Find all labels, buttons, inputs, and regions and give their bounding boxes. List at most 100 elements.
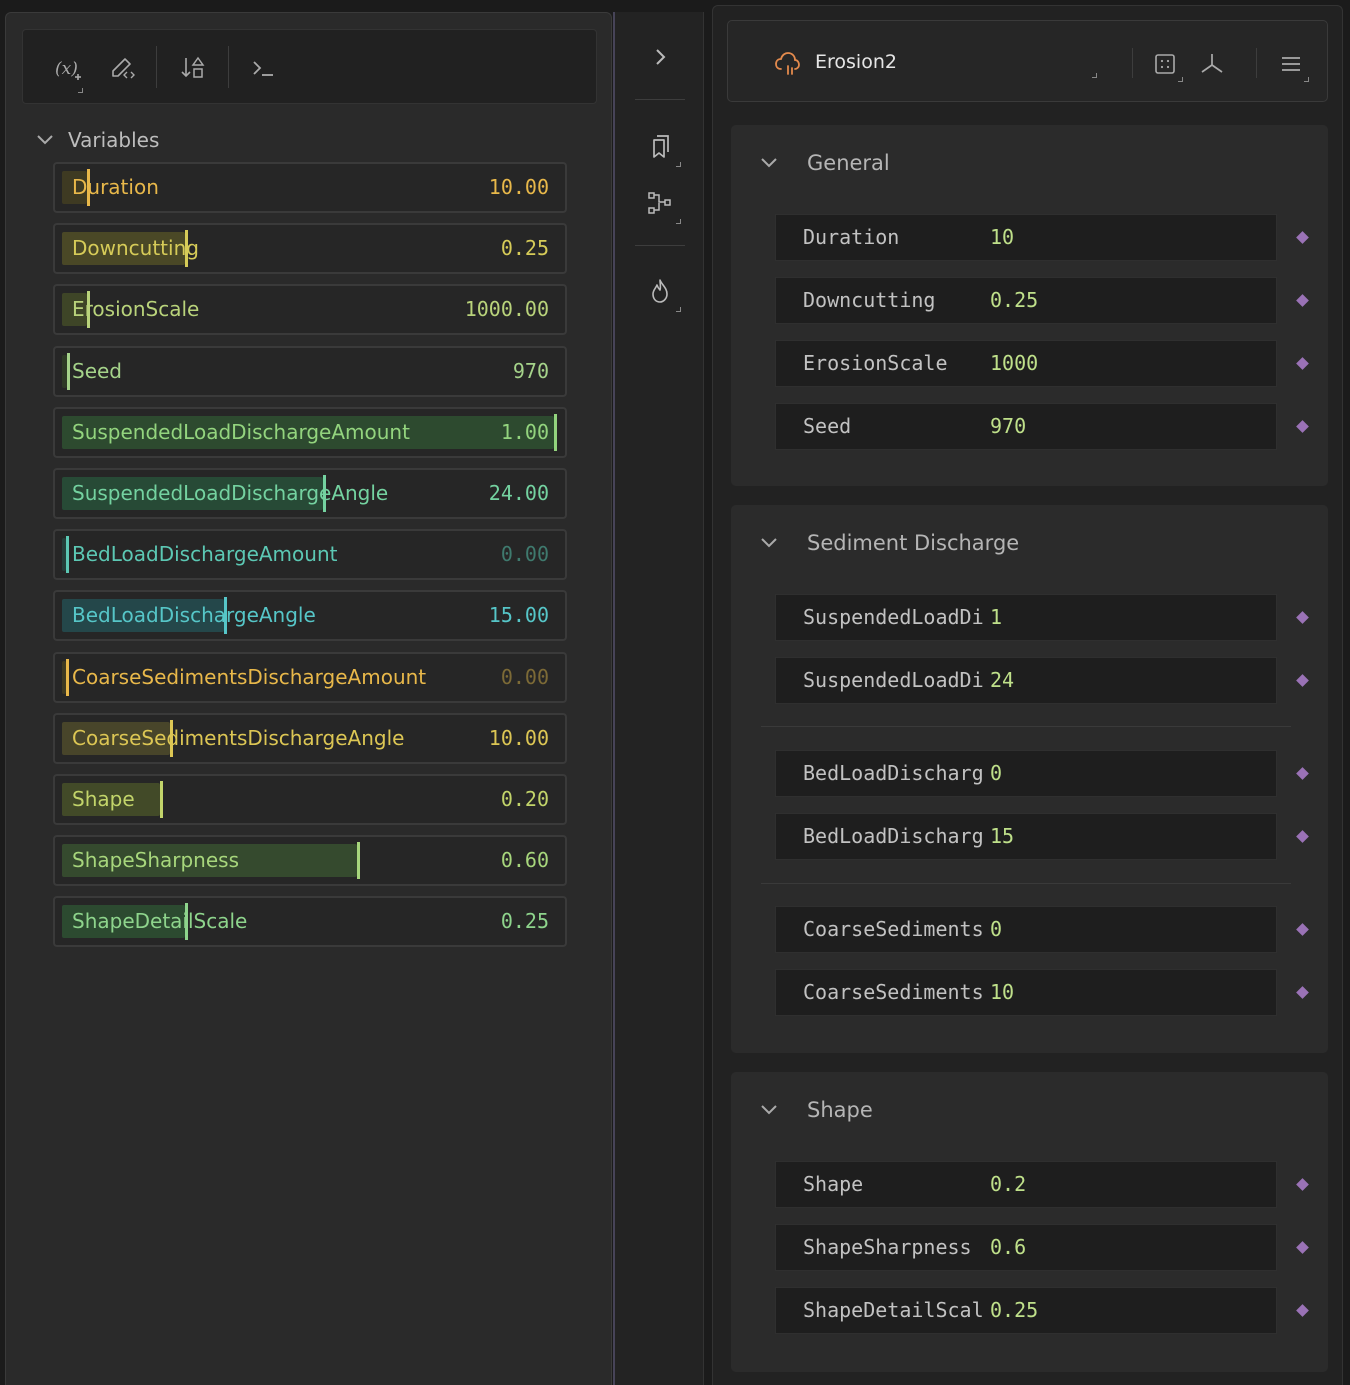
variable-row[interactable]: SuspendedLoadDischargeAmount 1.00	[53, 406, 567, 458]
property-value[interactable]: 0.2	[990, 1162, 1026, 1207]
property-value[interactable]: 1000	[990, 341, 1038, 386]
property-field[interactable]: ShapeSharpness 0.6	[775, 1224, 1277, 1271]
property-field[interactable]: CoarseSedimentsD 0	[775, 906, 1277, 953]
variable-row[interactable]: CoarseSedimentsDischargeAmount 0.00	[53, 651, 567, 703]
node-graph-icon	[648, 192, 671, 214]
variable-value[interactable]: 0.60	[501, 837, 549, 884]
keyframe-diamond-icon[interactable]	[1296, 611, 1309, 624]
edit-variable-button[interactable]	[100, 30, 146, 105]
variable-slider-handle[interactable]	[554, 413, 557, 451]
group-divider	[761, 883, 1291, 884]
variable-row[interactable]: Seed 970	[53, 345, 567, 397]
keyframe-diamond-icon[interactable]	[1296, 231, 1309, 244]
property-value[interactable]: 0	[990, 907, 1002, 952]
add-variable-button[interactable]: (x)	[45, 30, 91, 105]
property-field[interactable]: ErosionScale 1000	[775, 340, 1277, 387]
property-value[interactable]: 0	[990, 751, 1002, 796]
variable-value[interactable]: 10.00	[489, 715, 549, 762]
variable-row[interactable]: ErosionScale 1000.00	[53, 284, 567, 336]
variable-row[interactable]: ShapeSharpness 0.60	[53, 835, 567, 887]
section-header[interactable]: Sediment Discharge	[731, 505, 1328, 585]
keyframe-diamond-icon[interactable]	[1296, 830, 1309, 843]
variable-value[interactable]: 0.25	[501, 225, 549, 272]
variable-slider-handle[interactable]	[66, 536, 69, 574]
grid-button[interactable]	[1148, 47, 1183, 82]
keyframe-diamond-icon[interactable]	[1296, 674, 1309, 687]
property-field[interactable]: Downcutting 0.25	[775, 277, 1277, 324]
property-field[interactable]: BedLoadDischarge 0	[775, 750, 1277, 797]
keyframe-diamond-icon[interactable]	[1296, 1178, 1309, 1191]
variables-section-header[interactable]: Variables	[34, 125, 159, 155]
console-button[interactable]	[241, 30, 287, 105]
keyframe-diamond-icon[interactable]	[1296, 294, 1309, 307]
variable-row[interactable]: BedLoadDischargeAngle 15.00	[53, 590, 567, 642]
axes-3d-icon	[1201, 54, 1223, 73]
keyframe-diamond-icon[interactable]	[1296, 923, 1309, 936]
section-header[interactable]: Shape	[731, 1072, 1328, 1152]
property-value[interactable]: 970	[990, 404, 1026, 449]
burn-button[interactable]	[635, 266, 685, 316]
variable-slider-handle[interactable]	[160, 781, 163, 818]
property-value[interactable]: 10	[990, 970, 1014, 1015]
variable-name: SuspendedLoadDischargeAmount	[72, 419, 410, 444]
variable-name: Seed	[72, 358, 122, 383]
variable-row[interactable]: Downcutting 0.25	[53, 223, 567, 275]
property-field[interactable]: ShapeDetailScale 0.25	[775, 1287, 1277, 1334]
variable-value[interactable]: 0.00	[501, 531, 549, 578]
property-value[interactable]: 24	[990, 658, 1014, 703]
property-value[interactable]: 0.6	[990, 1225, 1026, 1270]
property-field[interactable]: SuspendedLoadDis 24	[775, 657, 1277, 704]
property-value[interactable]: 10	[990, 215, 1014, 260]
chevron-down-icon	[37, 135, 53, 145]
variable-slider-handle[interactable]	[67, 352, 70, 390]
variable-slider-handle[interactable]	[357, 842, 360, 880]
variable-value[interactable]: 0.00	[501, 654, 549, 701]
variable-value[interactable]: 1000.00	[465, 286, 549, 333]
section-header[interactable]: General	[731, 125, 1328, 205]
variable-row[interactable]: Shape 0.20	[53, 774, 567, 825]
property-label: SuspendedLoadDis	[803, 668, 983, 692]
variable-value[interactable]: 10.00	[489, 164, 549, 211]
side-strip	[613, 12, 704, 1385]
property-field[interactable]: CoarseSedimentsD 10	[775, 969, 1277, 1016]
menu-button[interactable]	[1274, 47, 1309, 82]
property-field[interactable]: Seed 970	[775, 403, 1277, 450]
variables-toolbar: (x)	[22, 29, 597, 104]
variable-value[interactable]: 0.25	[501, 898, 549, 945]
variable-row[interactable]: Duration 10.00	[53, 162, 567, 213]
bookmarks-button[interactable]	[635, 121, 685, 171]
graph-button[interactable]	[635, 178, 685, 228]
property-label: BedLoadDischarge	[803, 761, 983, 785]
variable-value[interactable]: 1.00	[501, 409, 549, 456]
property-field[interactable]: SuspendedLoadDis 1	[775, 594, 1277, 641]
property-field[interactable]: BedLoadDischarge 15	[775, 813, 1277, 860]
node-title[interactable]: Erosion2	[815, 51, 897, 73]
property-value[interactable]: 15	[990, 814, 1014, 859]
sort-variables-button[interactable]	[171, 30, 217, 105]
keyframe-diamond-icon[interactable]	[1296, 357, 1309, 370]
terminal-icon	[253, 60, 273, 76]
property-label: ErosionScale	[803, 351, 948, 375]
keyframe-diamond-icon[interactable]	[1296, 1241, 1309, 1254]
keyframe-diamond-icon[interactable]	[1296, 767, 1309, 780]
keyframe-diamond-icon[interactable]	[1296, 986, 1309, 999]
property-field[interactable]: Shape 0.2	[775, 1161, 1277, 1208]
variable-slider-handle[interactable]	[66, 658, 69, 696]
property-label: Duration	[803, 225, 900, 249]
property-value[interactable]: 0.25	[990, 1288, 1038, 1333]
property-value[interactable]: 1	[990, 595, 1002, 640]
variable-row[interactable]: SuspendedLoadDischargeAngle 24.00	[53, 468, 567, 519]
collapse-panel-button[interactable]	[635, 32, 685, 82]
variable-row[interactable]: BedLoadDischargeAmount 0.00	[53, 529, 567, 581]
keyframe-diamond-icon[interactable]	[1296, 420, 1309, 433]
variable-row[interactable]: CoarseSedimentsDischargeAngle 10.00	[53, 712, 567, 764]
property-value[interactable]: 0.25	[990, 278, 1038, 323]
variable-value[interactable]: 970	[513, 348, 549, 395]
axes-button[interactable]	[1195, 47, 1229, 81]
variable-value[interactable]: 0.20	[501, 776, 549, 823]
keyframe-diamond-icon[interactable]	[1296, 1304, 1309, 1317]
variable-row[interactable]: ShapeDetailScale 0.25	[53, 896, 567, 948]
variable-value[interactable]: 15.00	[489, 592, 549, 639]
variable-value[interactable]: 24.00	[489, 470, 549, 517]
property-field[interactable]: Duration 10	[775, 214, 1277, 261]
